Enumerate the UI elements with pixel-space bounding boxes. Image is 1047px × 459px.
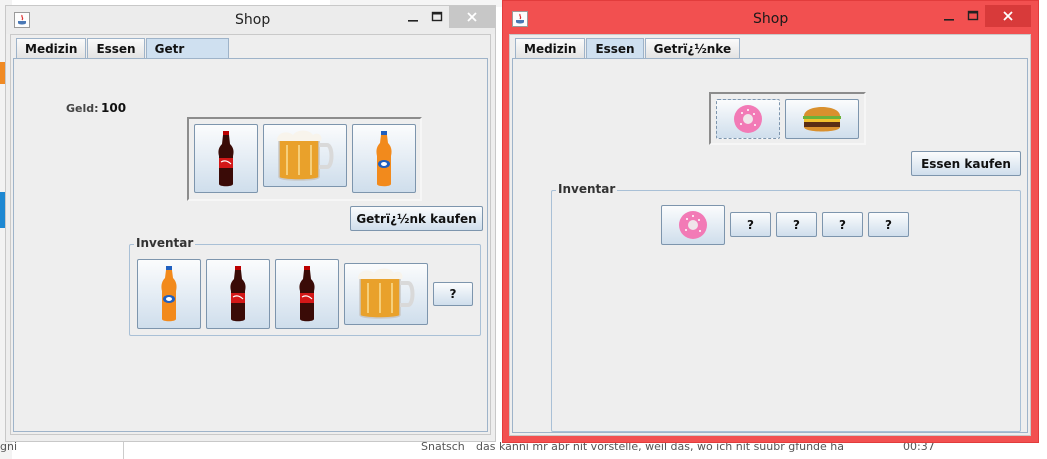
orange-soda-bottle-icon — [161, 266, 177, 322]
close-icon — [467, 12, 477, 22]
inventory-empty-slot[interactable]: ? — [776, 212, 817, 237]
maximize-button[interactable] — [960, 5, 986, 27]
close-button[interactable] — [985, 5, 1031, 27]
maximize-button[interactable] — [424, 6, 450, 28]
burger-icon — [803, 107, 841, 132]
inventory-empty-slot[interactable]: ? — [730, 212, 771, 237]
maximize-icon — [431, 11, 443, 22]
beer-mug-icon — [358, 268, 415, 319]
minimize-button[interactable] — [936, 5, 962, 27]
product-donut-button[interactable] — [716, 99, 780, 139]
product-burger-button[interactable] — [785, 99, 859, 139]
product-orange-soda-button[interactable] — [352, 124, 416, 193]
inventory-slot-3[interactable] — [275, 259, 339, 329]
title-bar[interactable]: Shop — [503, 1, 1038, 29]
inventory-empty-slot[interactable]: ? — [868, 212, 909, 237]
cola-bottle-icon — [230, 266, 246, 322]
donut-icon — [679, 211, 707, 239]
inventory-empty-slot[interactable]: ? — [822, 212, 863, 237]
money-value: 100 — [101, 101, 127, 115]
inventory-slot-1[interactable] — [661, 205, 725, 245]
inventory-slot-4[interactable] — [344, 263, 428, 325]
title-bar[interactable]: Shop — [6, 6, 495, 34]
tab-panel-food: Essen kaufen Inventar ? ? ? ? — [512, 58, 1028, 433]
java-icon — [512, 11, 528, 27]
orange-soda-bottle-icon — [376, 130, 392, 186]
product-list — [709, 92, 866, 145]
product-list — [187, 117, 422, 201]
close-icon — [1003, 11, 1013, 21]
buy-drink-button[interactable]: Getrï¿½nk kaufen — [350, 206, 483, 231]
tab-essen[interactable]: Essen — [586, 38, 644, 58]
donut-icon — [734, 105, 762, 133]
inventory-slot-1[interactable] — [137, 259, 201, 329]
tab-medizin[interactable]: Medizin — [515, 38, 586, 58]
tab-panel-drinks: Geld: 100 Getrï¿½nk kaufen Inventar ? — [13, 58, 488, 432]
close-button[interactable] — [449, 6, 495, 28]
tab-getraenke[interactable]: Getrï¿½nke — [644, 38, 741, 58]
inventory-title: Inventar — [134, 236, 196, 250]
tab-getraenke[interactable]: Getr — [145, 38, 230, 58]
minimize-icon — [944, 19, 954, 21]
cola-bottle-icon — [218, 130, 234, 186]
tab-essen[interactable]: Essen — [87, 38, 145, 58]
window-content: Medizin Essen Getrï¿½nke Essen kaufen In… — [509, 34, 1031, 436]
beer-mug-icon — [277, 130, 334, 181]
tab-medizin[interactable]: Medizin — [16, 38, 87, 58]
cola-bottle-icon — [299, 266, 315, 322]
window-title: Shop — [753, 11, 789, 27]
inventory-title: Inventar — [556, 182, 618, 196]
window-content: Medizin Essen Getr Geld: 100 Getrï¿½nk k… — [10, 34, 491, 435]
inventory-empty-slot[interactable]: ? — [433, 282, 473, 306]
product-cola-button[interactable] — [194, 124, 258, 193]
minimize-icon — [408, 20, 418, 22]
money-label: Geld: — [66, 102, 99, 115]
inventory-group: Inventar ? — [129, 236, 481, 336]
product-beer-button[interactable] — [263, 124, 347, 187]
inventory-slot-2[interactable] — [206, 259, 270, 329]
tab-strip: Medizin Essen Getrï¿½nke — [515, 38, 741, 58]
shop-window-food[interactable]: Shop Medizin Essen Getrï¿½nke Essen kauf… — [502, 0, 1039, 443]
buy-food-button[interactable]: Essen kaufen — [911, 151, 1021, 176]
maximize-icon — [967, 10, 979, 21]
shop-window-drinks[interactable]: Shop Medizin Essen Getr Geld: 100 Getrï¿… — [5, 5, 496, 442]
minimize-button[interactable] — [400, 6, 426, 28]
window-title: Shop — [235, 12, 271, 28]
java-icon — [14, 12, 30, 28]
inventory-group: Inventar ? ? ? ? — [551, 182, 1021, 432]
tab-strip: Medizin Essen Getr — [16, 38, 230, 58]
